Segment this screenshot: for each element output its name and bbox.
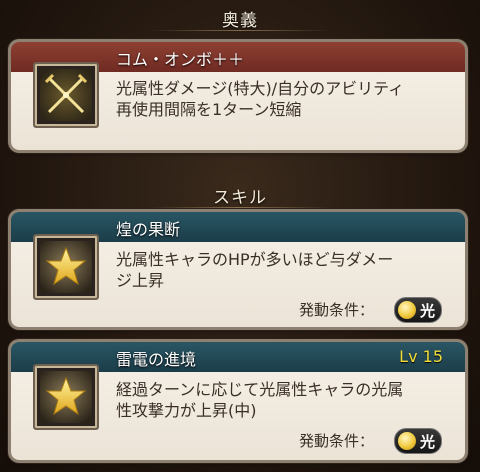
crossed-swords-icon [40, 69, 92, 121]
skill-desc-line1: 光属性キャラのHPが多いほど与ダメー [116, 250, 394, 269]
skill-card[interactable]: 煌の果断 光属性キャラのHPが多いほど与ダメー ジ上昇 発動条件： 光 [11, 212, 465, 327]
element-label: 光 [420, 302, 436, 320]
star-icon [40, 241, 92, 293]
skill-title: 雷電の進境 [116, 350, 197, 369]
element-badge: 光 [394, 428, 442, 454]
ougi-icon-frame [33, 62, 99, 128]
ougi-card[interactable]: コム・オンボ＋＋ 光属性ダメージ(特大)/自分のアビリティ 再使用間隔を1ターン… [11, 42, 465, 150]
skill-description: 経過ターンに応じて光属性キャラの光属 性攻撃力が上昇(中) [116, 379, 456, 421]
ougi-title: コム・オンボ＋＋ [116, 50, 245, 69]
condition-label: 発動条件： [299, 301, 375, 319]
skill-title: 煌の果断 [116, 220, 181, 239]
light-element-icon [398, 301, 416, 319]
condition-label: 発動条件： [299, 432, 375, 450]
ougi-desc-line2: 再使用間隔を1ターン短縮 [116, 100, 302, 119]
skill-level: Lv 15 [399, 347, 443, 366]
ougi-description: 光属性ダメージ(特大)/自分のアビリティ 再使用間隔を1ターン短縮 [116, 78, 456, 120]
star-icon [40, 371, 92, 423]
skill-description: 光属性キャラのHPが多いほど与ダメー ジ上昇 [116, 249, 456, 291]
skill-desc-line2: 性攻撃力が上昇(中) [116, 401, 257, 420]
ougi-section-header: 奥義 [222, 11, 258, 31]
skill-card[interactable]: 雷電の進境 Lv 15 経過ターンに応じて光属性キャラの光属 性攻撃力が上昇(中… [11, 342, 465, 460]
element-label: 光 [420, 433, 436, 451]
ougi-desc-line1: 光属性ダメージ(特大)/自分のアビリティ [116, 79, 405, 98]
light-element-icon [398, 432, 416, 450]
skill-icon-frame [33, 364, 99, 430]
skill-section-header: スキル [213, 188, 267, 208]
skill-icon-frame [33, 234, 99, 300]
skill-desc-line2: ジ上昇 [116, 271, 165, 290]
element-badge: 光 [394, 297, 442, 323]
skill-desc-line1: 経過ターンに応じて光属性キャラの光属 [116, 380, 404, 399]
